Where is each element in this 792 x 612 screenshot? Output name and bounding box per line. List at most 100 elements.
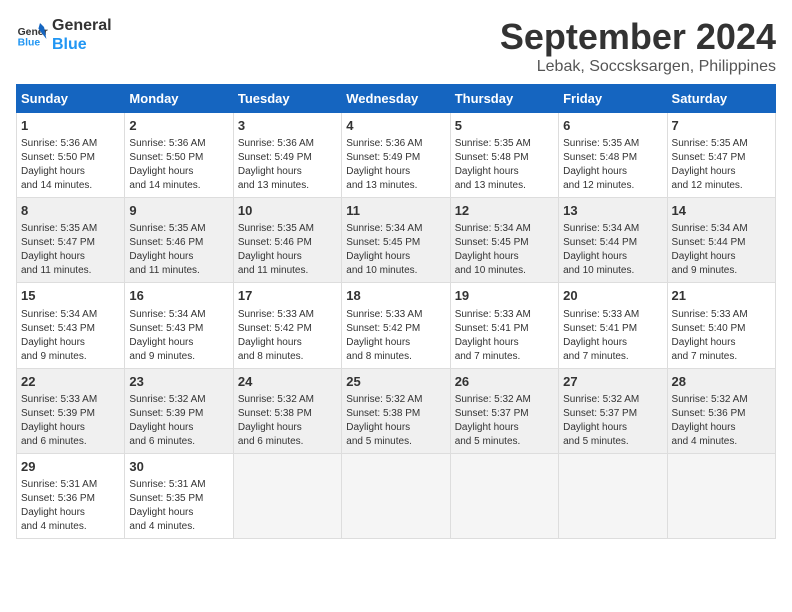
calendar-header-row: Sunday Monday Tuesday Wednesday Thursday… (17, 85, 776, 113)
day-info: Sunrise: 5:32 AMSunset: 5:38 PMDaylight … (238, 393, 337, 449)
day-number: 6 (563, 117, 662, 135)
page-container: General Blue General Blue September 2024… (16, 16, 776, 539)
calendar-cell (342, 453, 450, 538)
logo-icon: General Blue (16, 19, 48, 51)
day-number: 24 (238, 373, 337, 391)
day-number: 26 (455, 373, 554, 391)
calendar-cell: 9 Sunrise: 5:35 AMSunset: 5:46 PMDaylight… (125, 198, 233, 283)
calendar-cell: 11Sunrise: 5:34 AMSunset: 5:45 PMDayligh… (342, 198, 450, 283)
svg-text:Blue: Blue (18, 38, 41, 49)
day-number: 10 (238, 202, 337, 220)
calendar-week-row: 29 Sunrise: 5:31 AMSunset: 5:36 PMDayligh… (17, 453, 776, 538)
calendar-cell: 16Sunrise: 5:34 AMSunset: 5:43 PMDayligh… (125, 283, 233, 368)
calendar-table: Sunday Monday Tuesday Wednesday Thursday… (16, 84, 776, 539)
day-info: Sunrise: 5:33 AMSunset: 5:42 PMDaylight … (238, 308, 337, 364)
logo: General Blue General Blue (16, 16, 112, 54)
day-number: 3 (238, 117, 337, 135)
day-number: 9 (129, 202, 228, 220)
calendar-week-row: 8Sunrise: 5:35 AMSunset: 5:47 PMDaylight… (17, 198, 776, 283)
calendar-cell: 8Sunrise: 5:35 AMSunset: 5:47 PMDaylight… (17, 198, 125, 283)
calendar-cell: 7 Sunrise: 5:35 AMSunset: 5:47 PMDaylight… (667, 113, 775, 198)
day-info: Sunrise: 5:34 AMSunset: 5:44 PMDaylight … (563, 222, 662, 278)
calendar-cell: 26 Sunrise: 5:32 AMSunset: 5:37 PMDayligh… (450, 368, 558, 453)
calendar-cell: 24 Sunrise: 5:32 AMSunset: 5:38 PMDayligh… (233, 368, 341, 453)
day-info: Sunrise: 5:33 AMSunset: 5:41 PMDaylight … (563, 308, 662, 364)
col-friday: Friday (559, 85, 667, 113)
col-wednesday: Wednesday (342, 85, 450, 113)
calendar-week-row: 1 Sunrise: 5:36 AMSunset: 5:50 PMDaylight… (17, 113, 776, 198)
day-info: Sunrise: 5:31 AMSunset: 5:36 PMDaylight … (21, 478, 120, 534)
day-number: 8 (21, 202, 120, 220)
calendar-cell: 13Sunrise: 5:34 AMSunset: 5:44 PMDayligh… (559, 198, 667, 283)
day-number: 1 (21, 117, 120, 135)
calendar-cell: 22 Sunrise: 5:33 AMSunset: 5:39 PMDayligh… (17, 368, 125, 453)
calendar-cell (233, 453, 341, 538)
day-info: Sunrise: 5:33 AMSunset: 5:40 PMDaylight … (672, 308, 771, 364)
day-number: 19 (455, 287, 554, 305)
col-monday: Monday (125, 85, 233, 113)
day-number: 28 (672, 373, 771, 391)
title-block: September 2024 Lebak, Soccsksargen, Phil… (500, 16, 776, 76)
day-number: 29 (21, 458, 120, 476)
day-info: Sunrise: 5:34 AMSunset: 5:43 PMDaylight … (129, 308, 228, 364)
day-info: Sunrise: 5:32 AMSunset: 5:37 PMDaylight … (563, 393, 662, 449)
calendar-cell: 5Sunrise: 5:35 AMSunset: 5:48 PMDaylight… (450, 113, 558, 198)
day-info: Sunrise: 5:35 AMSunset: 5:46 PMDaylight … (129, 222, 228, 278)
logo-text-blue: Blue (52, 35, 112, 54)
day-number: 25 (346, 373, 445, 391)
day-info: Sunrise: 5:31 AMSunset: 5:35 PMDaylight … (129, 478, 228, 534)
calendar-cell: 4Sunrise: 5:36 AMSunset: 5:49 PMDaylight… (342, 113, 450, 198)
day-number: 18 (346, 287, 445, 305)
calendar-cell: 18Sunrise: 5:33 AMSunset: 5:42 PMDayligh… (342, 283, 450, 368)
day-info: Sunrise: 5:32 AMSunset: 5:37 PMDaylight … (455, 393, 554, 449)
day-number: 20 (563, 287, 662, 305)
calendar-cell: 14Sunrise: 5:34 AMSunset: 5:44 PMDayligh… (667, 198, 775, 283)
day-info: Sunrise: 5:35 AMSunset: 5:48 PMDaylight … (563, 137, 662, 193)
day-info: Sunrise: 5:35 AMSunset: 5:47 PMDaylight … (672, 137, 771, 193)
day-info: Sunrise: 5:35 AMSunset: 5:46 PMDaylight … (238, 222, 337, 278)
day-info: Sunrise: 5:33 AMSunset: 5:39 PMDaylight … (21, 393, 120, 449)
day-number: 23 (129, 373, 228, 391)
calendar-week-row: 22 Sunrise: 5:33 AMSunset: 5:39 PMDayligh… (17, 368, 776, 453)
day-number: 21 (672, 287, 771, 305)
calendar-title: September 2024 (500, 16, 776, 58)
day-info: Sunrise: 5:34 AMSunset: 5:43 PMDaylight … (21, 308, 120, 364)
day-number: 22 (21, 373, 120, 391)
day-number: 17 (238, 287, 337, 305)
day-number: 15 (21, 287, 120, 305)
col-tuesday: Tuesday (233, 85, 341, 113)
day-number: 11 (346, 202, 445, 220)
day-number: 7 (672, 117, 771, 135)
col-thursday: Thursday (450, 85, 558, 113)
calendar-cell: 23 Sunrise: 5:32 AMSunset: 5:39 PMDayligh… (125, 368, 233, 453)
calendar-cell: 19 Sunrise: 5:33 AMSunset: 5:41 PMDayligh… (450, 283, 558, 368)
day-info: Sunrise: 5:36 AMSunset: 5:50 PMDaylight … (129, 137, 228, 193)
calendar-subtitle: Lebak, Soccsksargen, Philippines (500, 58, 776, 76)
day-info: Sunrise: 5:35 AMSunset: 5:48 PMDaylight … (455, 137, 554, 193)
calendar-cell: 6 Sunrise: 5:35 AMSunset: 5:48 PMDaylight… (559, 113, 667, 198)
day-info: Sunrise: 5:34 AMSunset: 5:44 PMDaylight … (672, 222, 771, 278)
day-number: 27 (563, 373, 662, 391)
day-number: 2 (129, 117, 228, 135)
calendar-cell: 15 Sunrise: 5:34 AMSunset: 5:43 PMDayligh… (17, 283, 125, 368)
day-info: Sunrise: 5:34 AMSunset: 5:45 PMDaylight … (455, 222, 554, 278)
calendar-cell: 25 Sunrise: 5:32 AMSunset: 5:38 PMDayligh… (342, 368, 450, 453)
calendar-cell: 17 Sunrise: 5:33 AMSunset: 5:42 PMDayligh… (233, 283, 341, 368)
day-info: Sunrise: 5:33 AMSunset: 5:41 PMDaylight … (455, 308, 554, 364)
calendar-cell (667, 453, 775, 538)
calendar-cell: 21 Sunrise: 5:33 AMSunset: 5:40 PMDayligh… (667, 283, 775, 368)
calendar-week-row: 15 Sunrise: 5:34 AMSunset: 5:43 PMDayligh… (17, 283, 776, 368)
calendar-cell: 30Sunrise: 5:31 AMSunset: 5:35 PMDayligh… (125, 453, 233, 538)
header: General Blue General Blue September 2024… (16, 16, 776, 76)
col-saturday: Saturday (667, 85, 775, 113)
day-info: Sunrise: 5:32 AMSunset: 5:39 PMDaylight … (129, 393, 228, 449)
calendar-cell (559, 453, 667, 538)
logo-text-general: General (52, 16, 112, 35)
day-info: Sunrise: 5:36 AMSunset: 5:49 PMDaylight … (238, 137, 337, 193)
calendar-cell: 3 Sunrise: 5:36 AMSunset: 5:49 PMDaylight… (233, 113, 341, 198)
day-number: 4 (346, 117, 445, 135)
calendar-cell: 2 Sunrise: 5:36 AMSunset: 5:50 PMDaylight… (125, 113, 233, 198)
day-number: 12 (455, 202, 554, 220)
day-info: Sunrise: 5:32 AMSunset: 5:38 PMDaylight … (346, 393, 445, 449)
calendar-cell (450, 453, 558, 538)
